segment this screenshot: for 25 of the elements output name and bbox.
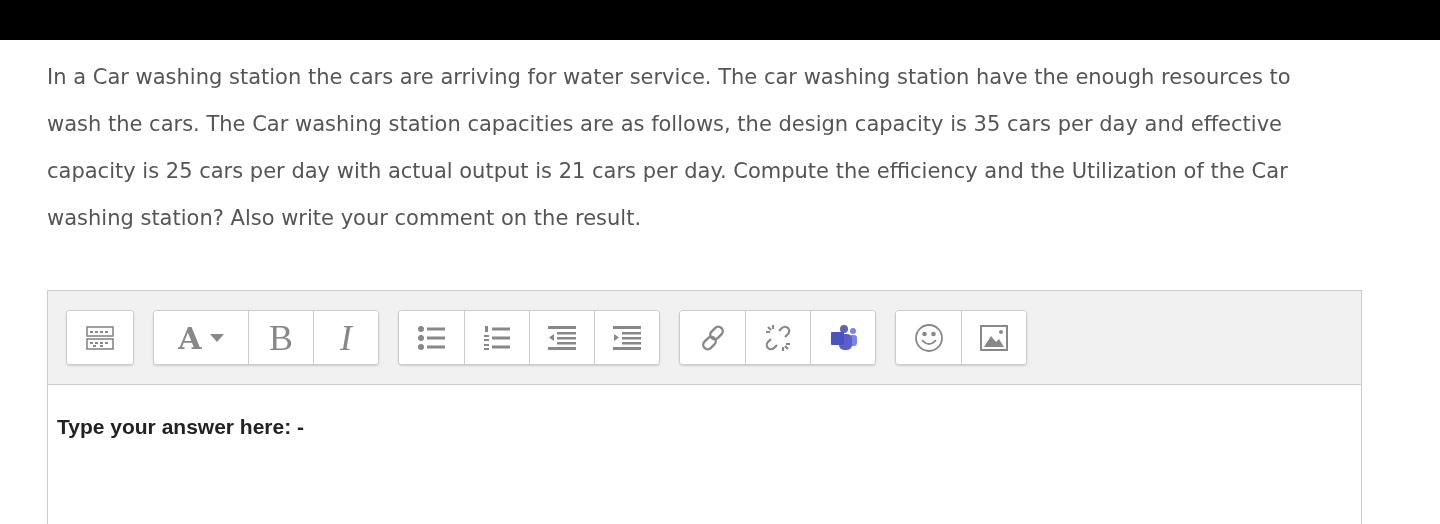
answer-box[interactable]: Type your answer here: - <box>48 385 1361 524</box>
toolbar-toggle-icon <box>85 325 115 351</box>
question-text: In a Car washing station the cars are arriving for water service. The car washing station have the enough resources to wash the cars. The Car washing station capacities are as follows, the design capacity is 35 cars per day and effective capacity is 25 cars per day with actual output is 21 cars per day. Compute the efficiency and the Utilization of the Car washing station? Also write your comment on the result. <box>47 64 1292 232</box>
outdent-icon <box>547 324 577 352</box>
bullet-list-icon <box>416 324 447 352</box>
outdent-button[interactable] <box>529 311 594 364</box>
caret-icon <box>209 334 224 342</box>
image-button[interactable] <box>961 311 1026 364</box>
numbered-list-icon <box>482 324 512 352</box>
indent-button[interactable] <box>594 311 659 364</box>
font-button[interactable]: A <box>154 311 248 364</box>
numbered-list-button[interactable] <box>464 311 529 364</box>
unlink-icon <box>763 323 793 353</box>
image-icon <box>979 324 1009 352</box>
toolbar-toggle-button[interactable] <box>67 311 133 364</box>
italic-button[interactable]: I <box>313 311 378 364</box>
teams-button[interactable] <box>810 311 875 364</box>
indent-icon <box>612 324 642 352</box>
people-icon <box>828 324 858 352</box>
link-button[interactable] <box>680 311 745 364</box>
unlink-button[interactable] <box>745 311 810 364</box>
smiley-icon <box>913 323 944 353</box>
emoji-button[interactable] <box>896 311 961 364</box>
bullet-list-button[interactable] <box>399 311 464 364</box>
bold-button[interactable]: B <box>248 311 313 364</box>
